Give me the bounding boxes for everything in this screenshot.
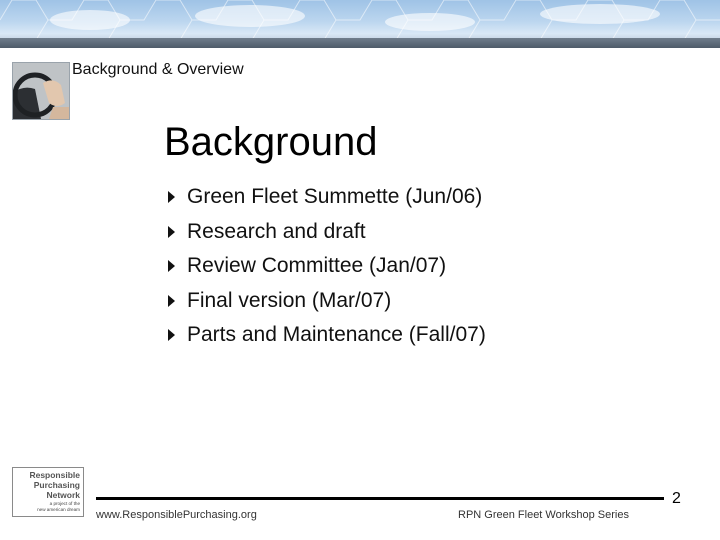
bullet-item: Parts and Maintenance (Fall/07): [164, 318, 486, 353]
header-banner: [0, 0, 720, 48]
logo-tagline: a project of the: [49, 501, 80, 506]
bullet-item: Research and draft: [164, 215, 486, 250]
logo-line: Purchasing: [33, 480, 80, 490]
triangle-right-icon: [168, 260, 175, 273]
logo-line: Responsible: [29, 470, 80, 480]
bullet-item: Review Committee (Jan/07): [164, 249, 486, 284]
logo-line: Network: [46, 490, 80, 500]
bullet-text: Final version (Mar/07): [187, 288, 392, 312]
page-number: 2: [672, 490, 681, 507]
bullet-item: Final version (Mar/07): [164, 284, 486, 319]
footer-divider: [96, 497, 664, 500]
banner-bar: [0, 38, 720, 48]
bullet-text: Parts and Maintenance (Fall/07): [187, 323, 486, 347]
triangle-right-icon: [168, 225, 175, 238]
steering-wheel-photo: [12, 62, 70, 120]
bullet-text: Green Fleet Summette (Jun/06): [187, 185, 483, 209]
bullet-text: Research and draft: [187, 219, 366, 243]
bullet-list: Green Fleet Summette (Jun/06) Research a…: [164, 180, 486, 353]
hexagon-pattern: [0, 0, 720, 40]
slide-title: Background: [164, 120, 378, 164]
logo-tagline: new american dream: [37, 507, 80, 512]
triangle-right-icon: [168, 191, 175, 204]
footer-series: RPN Green Fleet Workshop Series: [458, 509, 629, 521]
triangle-right-icon: [168, 329, 175, 342]
section-title: Background & Overview: [72, 61, 244, 78]
rpn-logo: Responsible Purchasing Network a project…: [12, 467, 84, 517]
bullet-text: Review Committee (Jan/07): [187, 254, 447, 278]
triangle-right-icon: [168, 294, 175, 307]
bullet-item: Green Fleet Summette (Jun/06): [164, 180, 486, 215]
footer-url: www.ResponsiblePurchasing.org: [96, 509, 257, 521]
